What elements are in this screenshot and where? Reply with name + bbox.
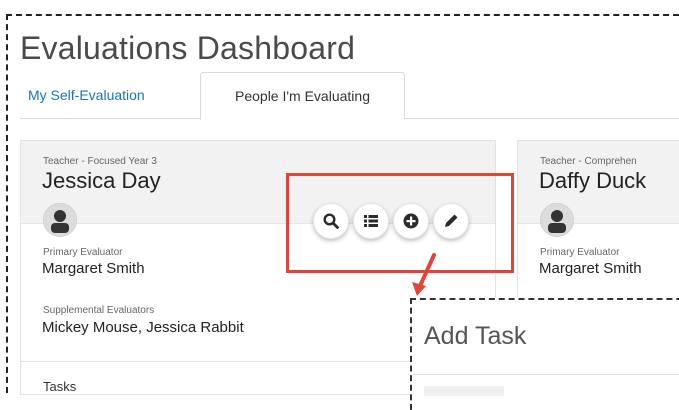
dashed-frame-left xyxy=(6,14,8,393)
dialog-divider xyxy=(412,374,679,375)
supplemental-evaluators-label: Supplemental Evaluators xyxy=(43,305,155,316)
dialog-content-placeholder xyxy=(424,386,504,396)
card-teacher-name: Daffy Duck xyxy=(539,168,647,193)
user-icon xyxy=(44,204,76,236)
tab-bar: My Self-Evaluation People I'm Evaluating xyxy=(20,72,679,120)
tasks-label: Tasks xyxy=(43,379,77,394)
primary-evaluator-value: Margaret Smith xyxy=(42,260,145,277)
primary-evaluator-value: Margaret Smith xyxy=(539,260,642,277)
card-role: Teacher - Comprehen xyxy=(540,156,637,167)
add-task-dialog: Add Task xyxy=(410,298,679,410)
edit-icon xyxy=(445,214,458,227)
list-icon xyxy=(364,215,378,227)
tab-my-self-evaluation[interactable]: My Self-Evaluation xyxy=(28,72,145,118)
card-teacher-name: Jessica Day xyxy=(42,168,161,193)
avatar xyxy=(540,203,574,237)
add-icon xyxy=(403,213,419,229)
card-role: Teacher - Focused Year 3 xyxy=(43,156,157,167)
add-task-button[interactable] xyxy=(393,203,429,239)
search-icon xyxy=(323,213,339,229)
page-title: Evaluations Dashboard xyxy=(20,30,356,66)
callout-arrow-icon xyxy=(412,253,436,296)
list-button[interactable] xyxy=(353,203,389,239)
primary-evaluator-label: Primary Evaluator xyxy=(43,247,123,258)
view-button[interactable] xyxy=(313,203,349,239)
avatar xyxy=(43,203,77,237)
dashed-frame-top xyxy=(6,14,679,16)
edit-button[interactable] xyxy=(433,203,469,239)
supplemental-evaluators-value: Mickey Mouse, Jessica Rabbit xyxy=(42,319,244,336)
user-icon xyxy=(541,204,573,236)
tab-people-im-evaluating[interactable]: People I'm Evaluating xyxy=(200,72,405,120)
dialog-title: Add Task xyxy=(424,322,527,350)
primary-evaluator-label: Primary Evaluator xyxy=(540,247,620,258)
